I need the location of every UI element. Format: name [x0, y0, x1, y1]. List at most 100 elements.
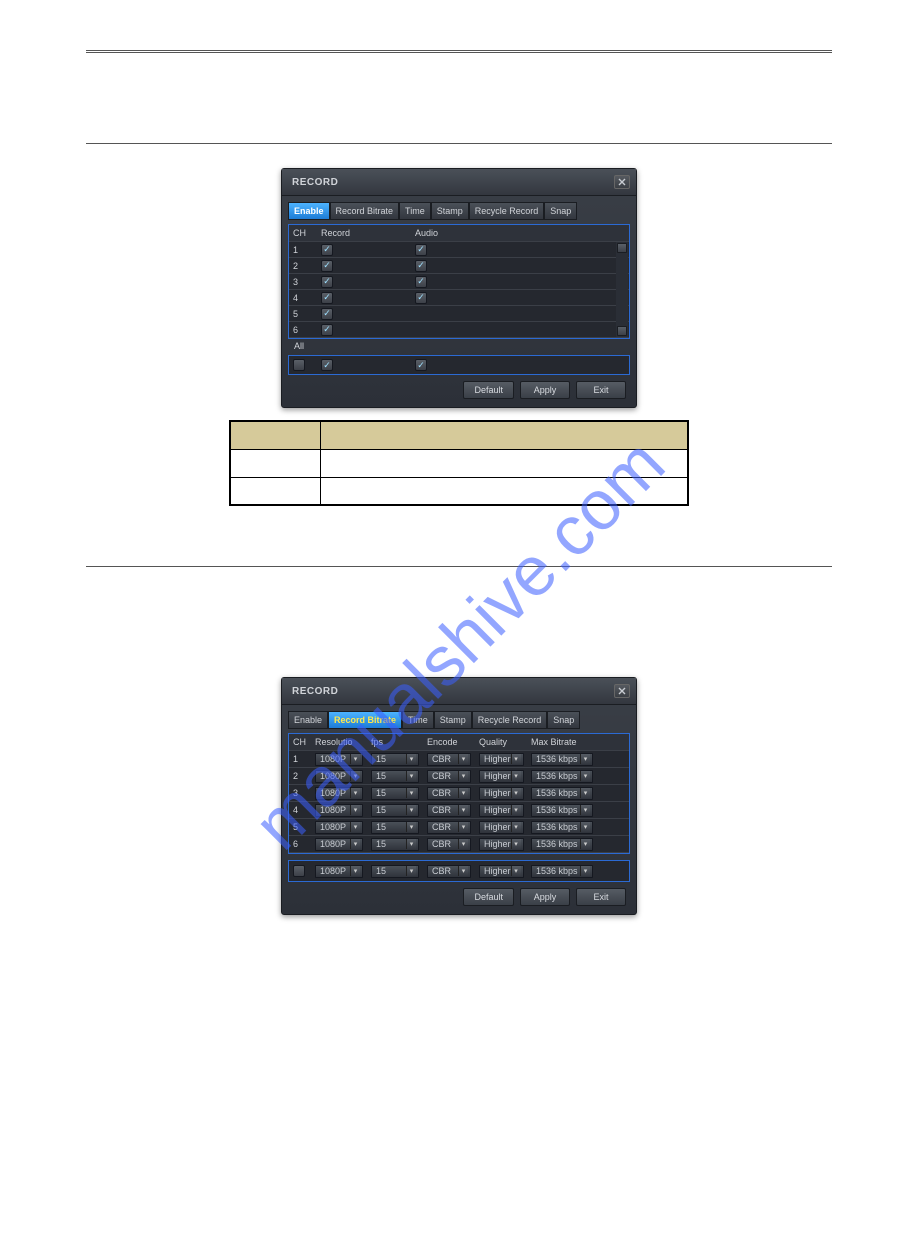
tab-snap[interactable]: Snap [547, 711, 580, 729]
chevron-down-icon [406, 805, 416, 815]
table-row: 41080P15CBRHigher1536 kbps [289, 802, 629, 819]
chevron-down-icon [406, 839, 416, 849]
encode-select[interactable]: CBR [427, 804, 471, 817]
dialog2-exit-button[interactable]: Exit [576, 888, 626, 906]
params-cell [320, 449, 688, 477]
fps-select[interactable]: 15 [371, 770, 419, 783]
quality-select[interactable]: Higher [479, 770, 524, 783]
record-checkbox[interactable] [321, 244, 333, 256]
dialog1-default-button[interactable]: Default [463, 381, 514, 399]
quality-select[interactable]: Higher [479, 865, 524, 878]
dialog2-tabs: EnableRecord BitrateTimeStampRecycle Rec… [288, 711, 630, 729]
tab-enable[interactable]: Enable [288, 711, 328, 729]
table-row: 3 1080P 15 CBR Higher 1536 kbps [289, 785, 629, 802]
all-master-checkbox[interactable] [293, 865, 305, 877]
chevron-down-icon [511, 839, 521, 849]
resolution-select[interactable]: 1080P [315, 838, 363, 851]
record-checkbox[interactable] [321, 324, 333, 336]
maxbitrate-select[interactable]: 1536 kbps [531, 804, 593, 817]
ch-label: 2 [289, 771, 311, 781]
audio-checkbox[interactable] [415, 260, 427, 272]
encode-select[interactable]: CBR [427, 865, 471, 878]
quality-select[interactable]: Higher [479, 787, 524, 800]
fps-select[interactable]: 15 [371, 804, 419, 817]
ch-label: 3 [289, 277, 317, 287]
params-table [229, 420, 689, 506]
maxbitrate-select[interactable]: 1536 kbps [531, 753, 593, 766]
record-checkbox[interactable] [321, 276, 333, 288]
maxbitrate-select[interactable]: 1536 kbps [531, 865, 593, 878]
resolution-select[interactable]: 1080P [315, 865, 363, 878]
encode-select[interactable]: CBR [427, 753, 471, 766]
dialog2-default-button[interactable]: Default [463, 888, 514, 906]
all-master-checkbox[interactable] [293, 359, 305, 371]
scroll-down-button[interactable] [617, 326, 627, 336]
chevron-down-icon [458, 788, 468, 798]
chevron-down-icon [406, 754, 416, 764]
record-checkbox[interactable] [321, 308, 333, 320]
section-rule-1 [86, 143, 832, 144]
audio-checkbox[interactable] [415, 244, 427, 256]
table-row: 5 [289, 306, 629, 322]
chevron-down-icon [350, 839, 360, 849]
fps-select[interactable]: 15 [371, 821, 419, 834]
quality-select[interactable]: Higher [479, 838, 524, 851]
tab-snap[interactable]: Snap [544, 202, 577, 220]
record-checkbox[interactable] [321, 260, 333, 272]
encode-select[interactable]: CBR [427, 770, 471, 783]
record-checkbox[interactable] [321, 292, 333, 304]
resolution-select[interactable]: 1080P [315, 770, 363, 783]
all-record-checkbox[interactable] [321, 359, 333, 371]
all-audio-checkbox[interactable] [415, 359, 427, 371]
chevron-down-icon [406, 771, 416, 781]
encode-select[interactable]: CBR [427, 838, 471, 851]
resolution-select[interactable]: 1080P [315, 787, 363, 800]
tab-enable[interactable]: Enable [288, 202, 330, 220]
chevron-down-icon [350, 866, 360, 876]
fps-select[interactable]: 15 [371, 838, 419, 851]
tab-recycle-record[interactable]: Recycle Record [472, 711, 548, 729]
dialog2-close-button[interactable] [614, 684, 630, 698]
table-row: 2 1080P 15 CBR Higher 1536 kbps [289, 768, 629, 785]
maxbitrate-select[interactable]: 1536 kbps [531, 787, 593, 800]
quality-select[interactable]: Higher [479, 804, 524, 817]
maxbitrate-select[interactable]: 1536 kbps [531, 821, 593, 834]
tab-record-bitrate[interactable]: Record Bitrate [328, 711, 402, 729]
resolution-select[interactable]: 1080P [315, 804, 363, 817]
ch-label: 5 [289, 309, 317, 319]
tab-time[interactable]: Time [399, 202, 431, 220]
audio-checkbox[interactable] [415, 276, 427, 288]
params-header-2 [320, 421, 688, 449]
dialog1-exit-button[interactable]: Exit [576, 381, 626, 399]
chevron-down-icon [511, 805, 521, 815]
tab-record-bitrate[interactable]: Record Bitrate [330, 202, 400, 220]
fps-select[interactable]: 15 [371, 865, 419, 878]
fps-select[interactable]: 15 [371, 787, 419, 800]
tab-stamp[interactable]: Stamp [431, 202, 469, 220]
ch-label: 3 [289, 788, 311, 798]
quality-select[interactable]: Higher [479, 753, 524, 766]
quality-select[interactable]: Higher [479, 821, 524, 834]
encode-select[interactable]: CBR [427, 787, 471, 800]
maxbitrate-select[interactable]: 1536 kbps [531, 770, 593, 783]
chevron-down-icon [350, 754, 360, 764]
table-row: 11080P15CBRHigher1536 kbps [289, 751, 629, 768]
tab-time[interactable]: Time [402, 711, 434, 729]
resolution-select[interactable]: 1080P [315, 821, 363, 834]
encode-select[interactable]: CBR [427, 821, 471, 834]
audio-checkbox[interactable] [415, 292, 427, 304]
dialog2-title: RECORD [292, 686, 338, 697]
chevron-down-icon [580, 771, 590, 781]
dialog1-close-button[interactable] [614, 175, 630, 189]
dialog2-apply-button[interactable]: Apply [520, 888, 570, 906]
maxbitrate-select[interactable]: 1536 kbps [531, 838, 593, 851]
dialog1-scrollbar[interactable] [616, 242, 628, 337]
chevron-down-icon [458, 771, 468, 781]
tab-stamp[interactable]: Stamp [434, 711, 472, 729]
resolution-select[interactable]: 1080P [315, 753, 363, 766]
scroll-up-button[interactable] [617, 243, 627, 253]
fps-select[interactable]: 15 [371, 753, 419, 766]
tab-recycle-record[interactable]: Recycle Record [469, 202, 545, 220]
dialog1-apply-button[interactable]: Apply [520, 381, 570, 399]
dialog1-grid: CH Record Audio 123456 [288, 224, 630, 339]
